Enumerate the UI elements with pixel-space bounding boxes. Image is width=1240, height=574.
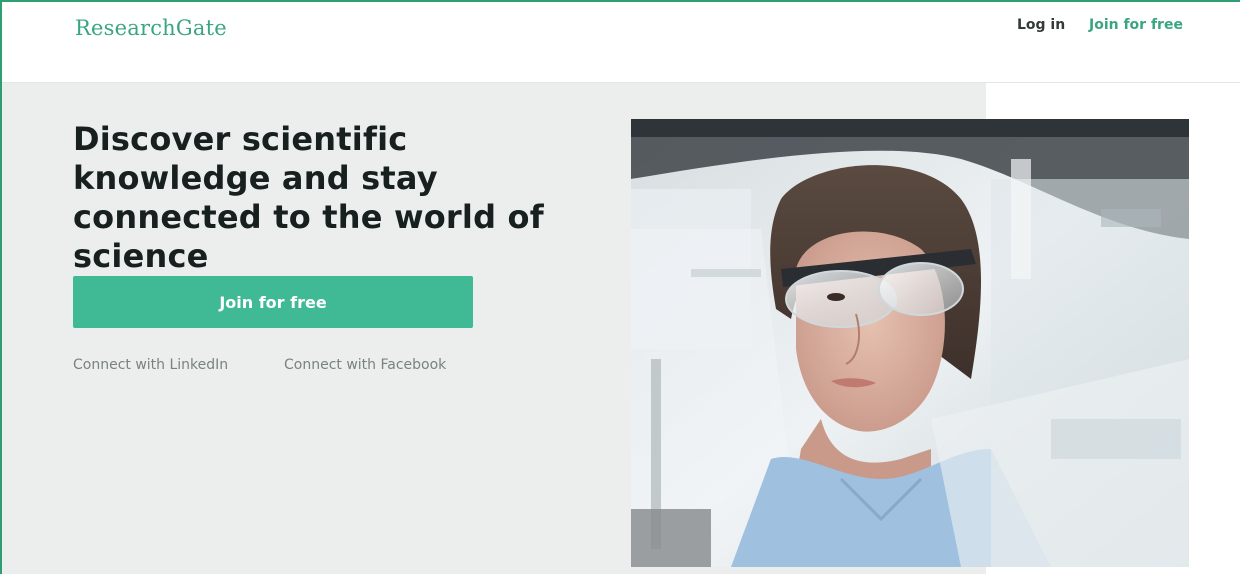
connect-linkedin-link[interactable]: Connect with LinkedIn: [73, 357, 228, 373]
researchgate-logo[interactable]: ResearchGate: [75, 16, 227, 40]
hero-photo-scientist: [631, 119, 1189, 567]
join-for-free-button[interactable]: Join for free: [73, 276, 473, 328]
login-link[interactable]: Log in: [1017, 17, 1065, 33]
hero-title: Discover scientific knowledge and stay c…: [73, 120, 544, 275]
site-header: ResearchGate Log in Join for free: [2, 2, 1240, 83]
scientist-illustration: [631, 119, 1189, 567]
connect-facebook-link[interactable]: Connect with Facebook: [284, 357, 446, 373]
join-link[interactable]: Join for free: [1089, 17, 1183, 33]
